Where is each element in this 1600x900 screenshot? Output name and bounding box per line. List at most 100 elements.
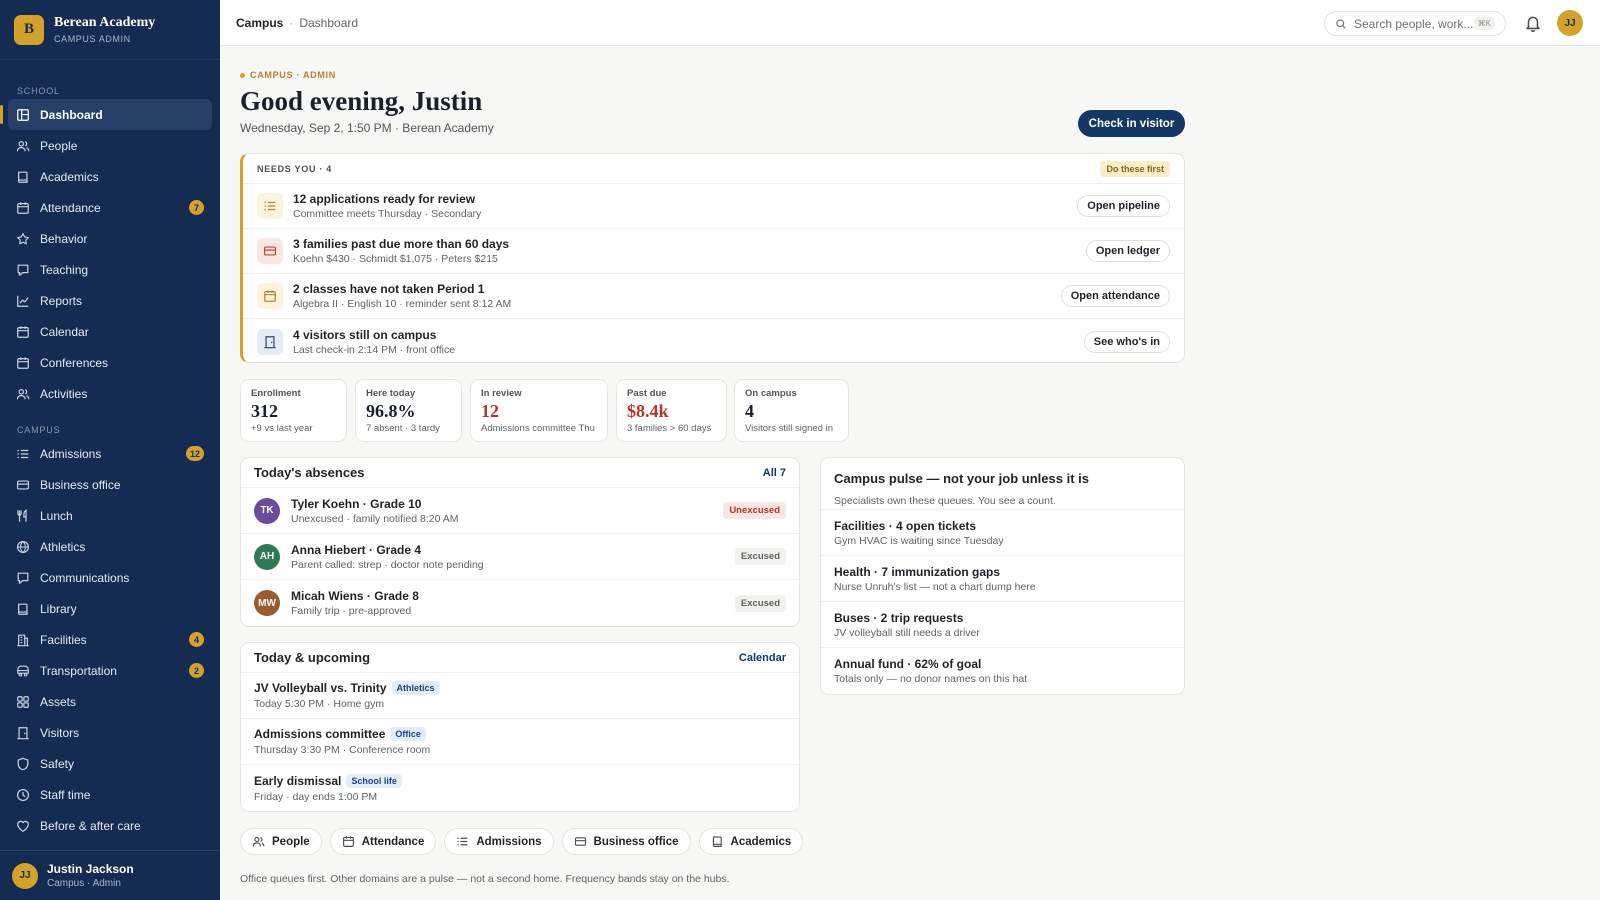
quick-link-label: Academics [730, 835, 792, 848]
event-row[interactable]: JV Volleyball vs. Trinity Athletics Today … [241, 673, 799, 719]
sidebar-item-teaching[interactable]: Teaching [8, 254, 212, 285]
student-name: Tyler Koehn · Grade 10 [291, 496, 422, 511]
quick-link-admissions[interactable]: Admissions [444, 828, 554, 855]
pulse-detail: Gym HVAC is waiting since Tuesday [834, 534, 1004, 547]
calendar-icon [16, 201, 30, 215]
sidebar-item-attendance[interactable]: Attendance 7 [8, 192, 212, 223]
absence-row[interactable]: MW Micah Wiens · Grade 8 Family trip · pre… [241, 580, 799, 626]
absence-row[interactable]: AH Anna Hiebert · Grade 4 Parent called: s… [241, 534, 799, 580]
stat-card-enrollment[interactable]: Enrollment 312 +9 vs last year [240, 379, 347, 442]
sidebar-item-calendar[interactable]: Calendar [8, 316, 212, 347]
pulse-row[interactable]: Buses · 2 trip requests JV volleyball sti… [821, 602, 1184, 648]
quick-link-people[interactable]: People [240, 828, 322, 855]
sidebar-item-lunch[interactable]: Lunch [8, 500, 212, 531]
calendar-icon [16, 325, 30, 339]
sidebar-item-admissions[interactable]: Admissions 12 [8, 438, 212, 469]
sidebar-item-visitors[interactable]: Visitors [8, 717, 212, 748]
sidebar-group-school: SCHOOL [17, 86, 60, 96]
campus-pulse-description: Specialists own these queues. You see a … [834, 495, 1056, 507]
open-ledger-button[interactable]: Open ledger [1085, 240, 1170, 262]
quick-link-business-office[interactable]: Business office [561, 828, 691, 855]
sidebar-item-conferences[interactable]: Conferences [8, 347, 212, 378]
open-attendance-button[interactable]: Open attendance [1060, 285, 1170, 307]
pulse-row[interactable]: Health · 7 immunization gaps Nurse Unruh'… [821, 556, 1184, 602]
door-icon [263, 335, 277, 349]
absence-row[interactable]: TK Tyler Koehn · Grade 10 Unexcused · fami… [241, 488, 799, 534]
sidebar-item-behavior[interactable]: Behavior [8, 223, 212, 254]
sidebar-item-label: Behavior [40, 231, 88, 246]
sidebar-item-communications[interactable]: Communications [8, 562, 212, 593]
sidebar-item-business-office[interactable]: Business office [8, 469, 212, 500]
bus-icon [16, 664, 30, 678]
calendar-icon [342, 835, 355, 848]
clock-icon [16, 788, 30, 802]
stat-label: Past due [627, 388, 667, 399]
sidebar-item-people[interactable]: People [8, 130, 212, 161]
calendar-link[interactable]: Calendar [739, 652, 786, 664]
sidebar-item-academics[interactable]: Academics [8, 161, 212, 192]
card-icon [574, 835, 587, 848]
brand[interactable]: B Berean Academy CAMPUS ADMIN [0, 0, 220, 60]
sidebar-item-athletics[interactable]: Athletics [8, 531, 212, 562]
stat-subtitle: Visitors still signed in [745, 423, 834, 434]
event-row[interactable]: Early dismissal School life Friday · day e… [241, 765, 799, 811]
sidebar-item-badge: 4 [189, 632, 204, 647]
needs-item-title: 4 visitors still on campus [293, 327, 437, 342]
sidebar-item-label: Facilities [40, 632, 87, 647]
absence-detail: Unexcused · family notified 8:20 AM [291, 512, 459, 525]
sidebar-item-library[interactable]: Library [8, 593, 212, 624]
stat-card-past-due[interactable]: Past due $8.4k 3 families > 60 days [616, 379, 727, 442]
pulse-title: Buses · 2 trip requests [834, 610, 964, 625]
sidebar-item-dashboard[interactable]: Dashboard [0, 99, 212, 130]
eyebrow-dot [240, 72, 245, 78]
quick-link-attendance[interactable]: Attendance [329, 828, 437, 855]
sidebar-user-avatar: JJ [12, 862, 38, 889]
event-title: Admissions committee [254, 727, 386, 741]
bell-icon[interactable] [1524, 14, 1542, 32]
needs-item-title: 2 classes have not taken Period 1 [293, 282, 485, 296]
quick-link-label: People [272, 835, 310, 848]
stat-value: 12 [481, 401, 499, 421]
chat-icon [16, 571, 30, 585]
sidebar-item-transportation[interactable]: Transportation 2 [8, 655, 212, 686]
sidebar-item-activities[interactable]: Activities [8, 378, 212, 409]
event-row[interactable]: Admissions committee Office Thursday 3:30 … [241, 719, 799, 765]
sidebar-item-facilities[interactable]: Facilities 4 [8, 624, 212, 655]
all-absences-link[interactable]: All 7 [763, 467, 786, 479]
quick-link-label: Business office [593, 835, 679, 848]
sidebar-item-label: Visitors [40, 725, 80, 740]
pulse-row[interactable]: Facilities · 4 open tickets Gym HVAC is w… [821, 510, 1184, 556]
upcoming-list: JV Volleyball vs. Trinity Athletics Today … [241, 673, 799, 811]
sidebar-item-label: Dashboard [40, 107, 103, 122]
campus-pulse-title: Campus pulse — not your job unless it is [834, 471, 1089, 486]
page-dateline: Wednesday, Sep 2, 1:50 PM · Berean Acade… [240, 121, 494, 135]
sidebar-user[interactable]: JJ Justin Jackson Campus · Admin [0, 850, 220, 900]
quick-link-academics[interactable]: Academics [698, 828, 804, 855]
stat-subtitle: 3 families > 60 days [627, 423, 712, 434]
event-detail: Friday · day ends 1:00 PM [254, 790, 378, 803]
stat-subtitle: +9 vs last year [251, 423, 313, 434]
stat-label: Here today [366, 388, 416, 399]
stat-card-on-campus[interactable]: On campus 4 Visitors still signed in [734, 379, 849, 442]
see-who-s-in-button[interactable]: See who's in [1083, 330, 1170, 353]
stat-card-in-review[interactable]: In review 12 Admissions committee Thu [470, 379, 608, 442]
dashboard-icon [16, 108, 30, 122]
sidebar-item-reports[interactable]: Reports [8, 285, 212, 316]
brand-role: CAMPUS ADMIN [54, 34, 131, 44]
stat-card-here-today[interactable]: Here today 96.8% 7 absent · 3 tardy [355, 379, 462, 442]
footnote: Office queues first. Other domains are a… [240, 873, 730, 885]
pulse-detail: Totals only — no donor names on this hat [834, 673, 1028, 685]
sidebar-item-assets[interactable]: Assets [8, 686, 212, 717]
user-avatar[interactable]: JJ [1557, 10, 1583, 36]
pulse-row[interactable]: Annual fund · 62% of goal Totals only — n… [821, 648, 1184, 694]
sidebar-item-safety[interactable]: Safety [8, 748, 212, 779]
breadcrumb-campus[interactable]: Campus [236, 16, 283, 30]
check-in-visitor-button[interactable]: Check in visitor [1078, 110, 1185, 137]
sidebar-user-name: Justin Jackson [47, 862, 134, 876]
event-category-tag: School life [346, 773, 402, 788]
open-pipeline-button[interactable]: Open pipeline [1077, 195, 1170, 217]
needs-item-subtitle: Committee meets Thursday · Secondary [293, 208, 482, 220]
sidebar-item-staff-time[interactable]: Staff time [8, 779, 212, 810]
search-input[interactable]: Search people, work... ⌘K [1324, 11, 1506, 36]
needs-item-subtitle: Koehn $430 · Schmidt $1,075 · Peters $21… [293, 253, 498, 265]
